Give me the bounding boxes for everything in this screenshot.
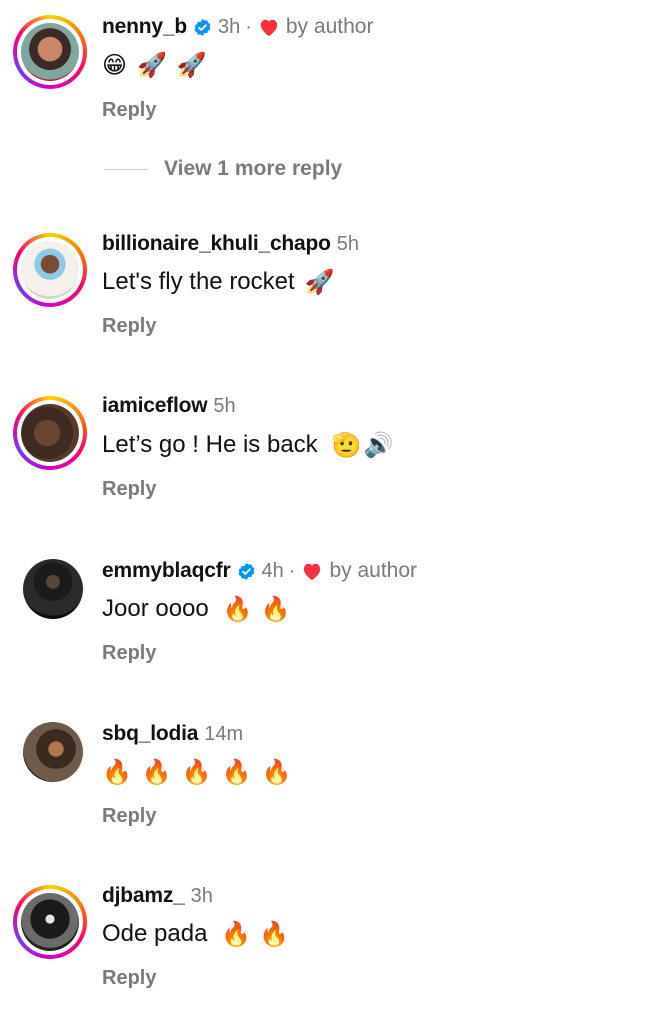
fire-emoji: 🔥 [102, 758, 132, 786]
view-more-replies-label: View 1 more reply [164, 157, 343, 180]
comment-text: Let’s go ! He is back 🫡 🔊 [102, 428, 393, 462]
heart-icon [304, 563, 321, 581]
username[interactable]: nenny_b [102, 15, 187, 39]
separator-dot: · [245, 15, 252, 38]
comment-text: 🔥 🔥 🔥 🔥 🔥 [102, 755, 301, 789]
timestamp: 3h [217, 15, 241, 38]
comment-header: emmyblaqcfr 4h · by author [102, 556, 417, 586]
timestamp: 14m [204, 722, 244, 745]
rocket-emoji: 🚀 [176, 51, 207, 79]
avatar[interactable] [13, 15, 87, 89]
separator-dot: · [288, 559, 296, 582]
timestamp: 3h [190, 884, 213, 907]
fire-emoji: 🔥 [260, 595, 291, 623]
username[interactable]: billionaire_khuli_chapo [102, 232, 331, 256]
timestamp: 5h [336, 232, 360, 255]
avatar[interactable] [13, 233, 87, 307]
comment-text: Let's fly the rocket 🚀 [102, 265, 335, 299]
username[interactable]: iamiceflow [102, 394, 208, 418]
comment-text-content: Let’s go ! He is back [102, 431, 318, 458]
verified-badge-icon [238, 562, 254, 580]
username[interactable]: djbamz_ [102, 884, 185, 908]
avatar[interactable] [13, 885, 87, 959]
avatar-photo [21, 23, 79, 81]
fire-emoji: 🔥 [261, 758, 292, 786]
comment-text: Ode pada 🔥 🔥 [102, 917, 289, 951]
fire-emoji: 🔥 [181, 758, 212, 786]
comment-header: sbq_lodia 14m [102, 719, 243, 749]
grin-emoji: 😁 [102, 51, 128, 79]
comment-text: 😁 🚀 🚀 [102, 48, 217, 82]
rocket-emoji: 🚀 [137, 51, 167, 79]
fire-emoji: 🔥 [221, 758, 252, 786]
reply-button[interactable]: Reply [102, 476, 156, 502]
timestamp: 5h [213, 394, 236, 417]
reply-button[interactable]: Reply [102, 640, 156, 666]
reply-button[interactable]: Reply [102, 97, 156, 123]
reply-button[interactable]: Reply [102, 313, 156, 339]
comment-text-content: Let's fly the rocket [102, 268, 295, 295]
reply-button[interactable]: Reply [102, 803, 156, 829]
comment-header: djbamz_ 3h [102, 881, 213, 911]
verified-badge-icon [194, 18, 211, 36]
avatar[interactable] [23, 559, 83, 619]
avatar[interactable] [13, 396, 87, 470]
avatar[interactable] [23, 722, 83, 782]
avatar-photo [21, 404, 79, 462]
timestamp: 4h [261, 559, 284, 582]
comment-header: nenny_b 3h · by author [102, 12, 373, 42]
comment-header: iamiceflow 5h [102, 391, 236, 421]
view-more-replies-button[interactable]: View 1 more reply [104, 154, 342, 184]
reply-button[interactable]: Reply [102, 965, 156, 991]
divider [104, 168, 148, 170]
speaker-emoji: 🔊 [363, 431, 394, 459]
comment-header: billionaire_khuli_chapo 5h [102, 229, 359, 259]
comment-text-content: Ode pada [102, 920, 208, 947]
avatar-photo [21, 241, 79, 299]
fire-emoji: 🔥 [222, 595, 253, 623]
username[interactable]: emmyblaqcfr [102, 559, 231, 583]
salute-emoji: 🫡 [331, 431, 362, 459]
liked-by-author-label: by author [329, 559, 418, 582]
avatar-photo [21, 893, 79, 951]
comment-text: Joor oooo 🔥 🔥 [102, 592, 291, 626]
liked-by-author-label: by author [285, 15, 374, 38]
fire-emoji: 🔥 [221, 920, 252, 948]
fire-emoji: 🔥 [141, 758, 172, 786]
comment-text-content: Joor oooo [102, 595, 209, 622]
fire-emoji: 🔥 [259, 920, 290, 948]
heart-icon [260, 19, 278, 37]
rocket-emoji: 🚀 [304, 268, 335, 296]
username[interactable]: sbq_lodia [102, 722, 198, 746]
